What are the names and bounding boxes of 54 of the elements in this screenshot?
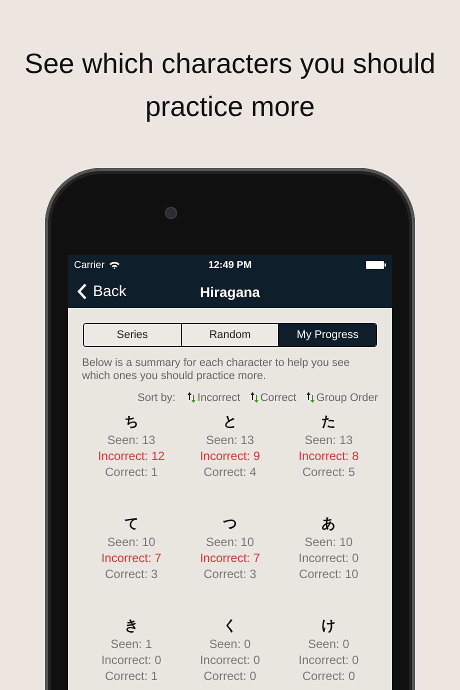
battery-icon: [366, 261, 386, 269]
description-text: Below is a summary for each character to help you see which ones you should practice more.: [82, 357, 351, 383]
seen-count: Seen: 10: [107, 534, 156, 550]
wifi-icon: [108, 261, 120, 269]
kana-character: ち: [124, 413, 138, 432]
camera-icon: [165, 206, 177, 218]
segment-tab[interactable]: My Progress: [278, 324, 376, 346]
correct-count: Correct: 3: [204, 566, 256, 582]
seen-count: Seen: 0: [308, 636, 350, 652]
incorrect-count: Incorrect: 0: [298, 550, 359, 566]
seen-count: Seen: 13: [206, 432, 254, 448]
headline: See which characters you should practice more: [24, 47, 436, 124]
back-button[interactable]: Back: [68, 283, 126, 300]
sort-arrows-icon: [187, 391, 196, 404]
correct-count: Correct: 1: [104, 464, 158, 480]
incorrect-count: Incorrect: 0: [298, 652, 359, 668]
seen-count: Seen: 13: [304, 432, 353, 448]
chevron-left-icon: [77, 283, 87, 300]
kana-character: て: [124, 515, 138, 534]
incorrect-count: Incorrect: 7: [101, 550, 162, 566]
kana-character: く: [222, 617, 237, 636]
incorrect-count: Incorrect: 7: [200, 550, 260, 566]
sort-option[interactable]: Correct: [246, 391, 296, 404]
kana-character: け: [322, 617, 336, 636]
correct-count: Correct: 0: [302, 668, 355, 684]
correct-count: Correct: 4: [204, 464, 256, 480]
kana-character: あ: [322, 515, 336, 534]
screen-title: Hiragana: [200, 284, 260, 300]
seen-count: Seen: 13: [107, 432, 156, 448]
correct-count: Correct: 1: [104, 668, 158, 684]
correct-count: Correct: 5: [302, 464, 355, 480]
kana-character: き: [124, 617, 138, 636]
sort-label: Sort by:: [137, 392, 176, 404]
kana-character: た: [322, 413, 336, 432]
incorrect-count: Incorrect: 8: [298, 448, 359, 464]
sort-arrows-icon: [250, 391, 260, 404]
sort-option[interactable]: Group Order: [302, 391, 378, 404]
seen-count: Seen: 1: [110, 636, 152, 652]
incorrect-count: Incorrect: 12: [98, 448, 165, 464]
status-time: 12:49 PM: [208, 260, 252, 270]
carrier-label: Carrier: [74, 260, 105, 270]
seen-count: Seen: 10: [206, 534, 254, 550]
incorrect-count: Incorrect: 0: [101, 652, 162, 668]
correct-count: Correct: 10: [298, 566, 358, 582]
seen-count: Seen: 0: [209, 636, 251, 652]
sort-arrows-icon: [306, 391, 316, 404]
kana-character: と: [222, 413, 237, 432]
correct-count: Correct: 3: [104, 566, 158, 582]
sort-option[interactable]: Incorrect: [183, 391, 240, 404]
incorrect-count: Incorrect: 0: [200, 652, 260, 668]
correct-count: Correct: 0: [204, 668, 256, 684]
incorrect-count: Incorrect: 9: [200, 448, 260, 464]
kana-character: つ: [222, 515, 237, 534]
seen-count: Seen: 10: [304, 534, 353, 550]
